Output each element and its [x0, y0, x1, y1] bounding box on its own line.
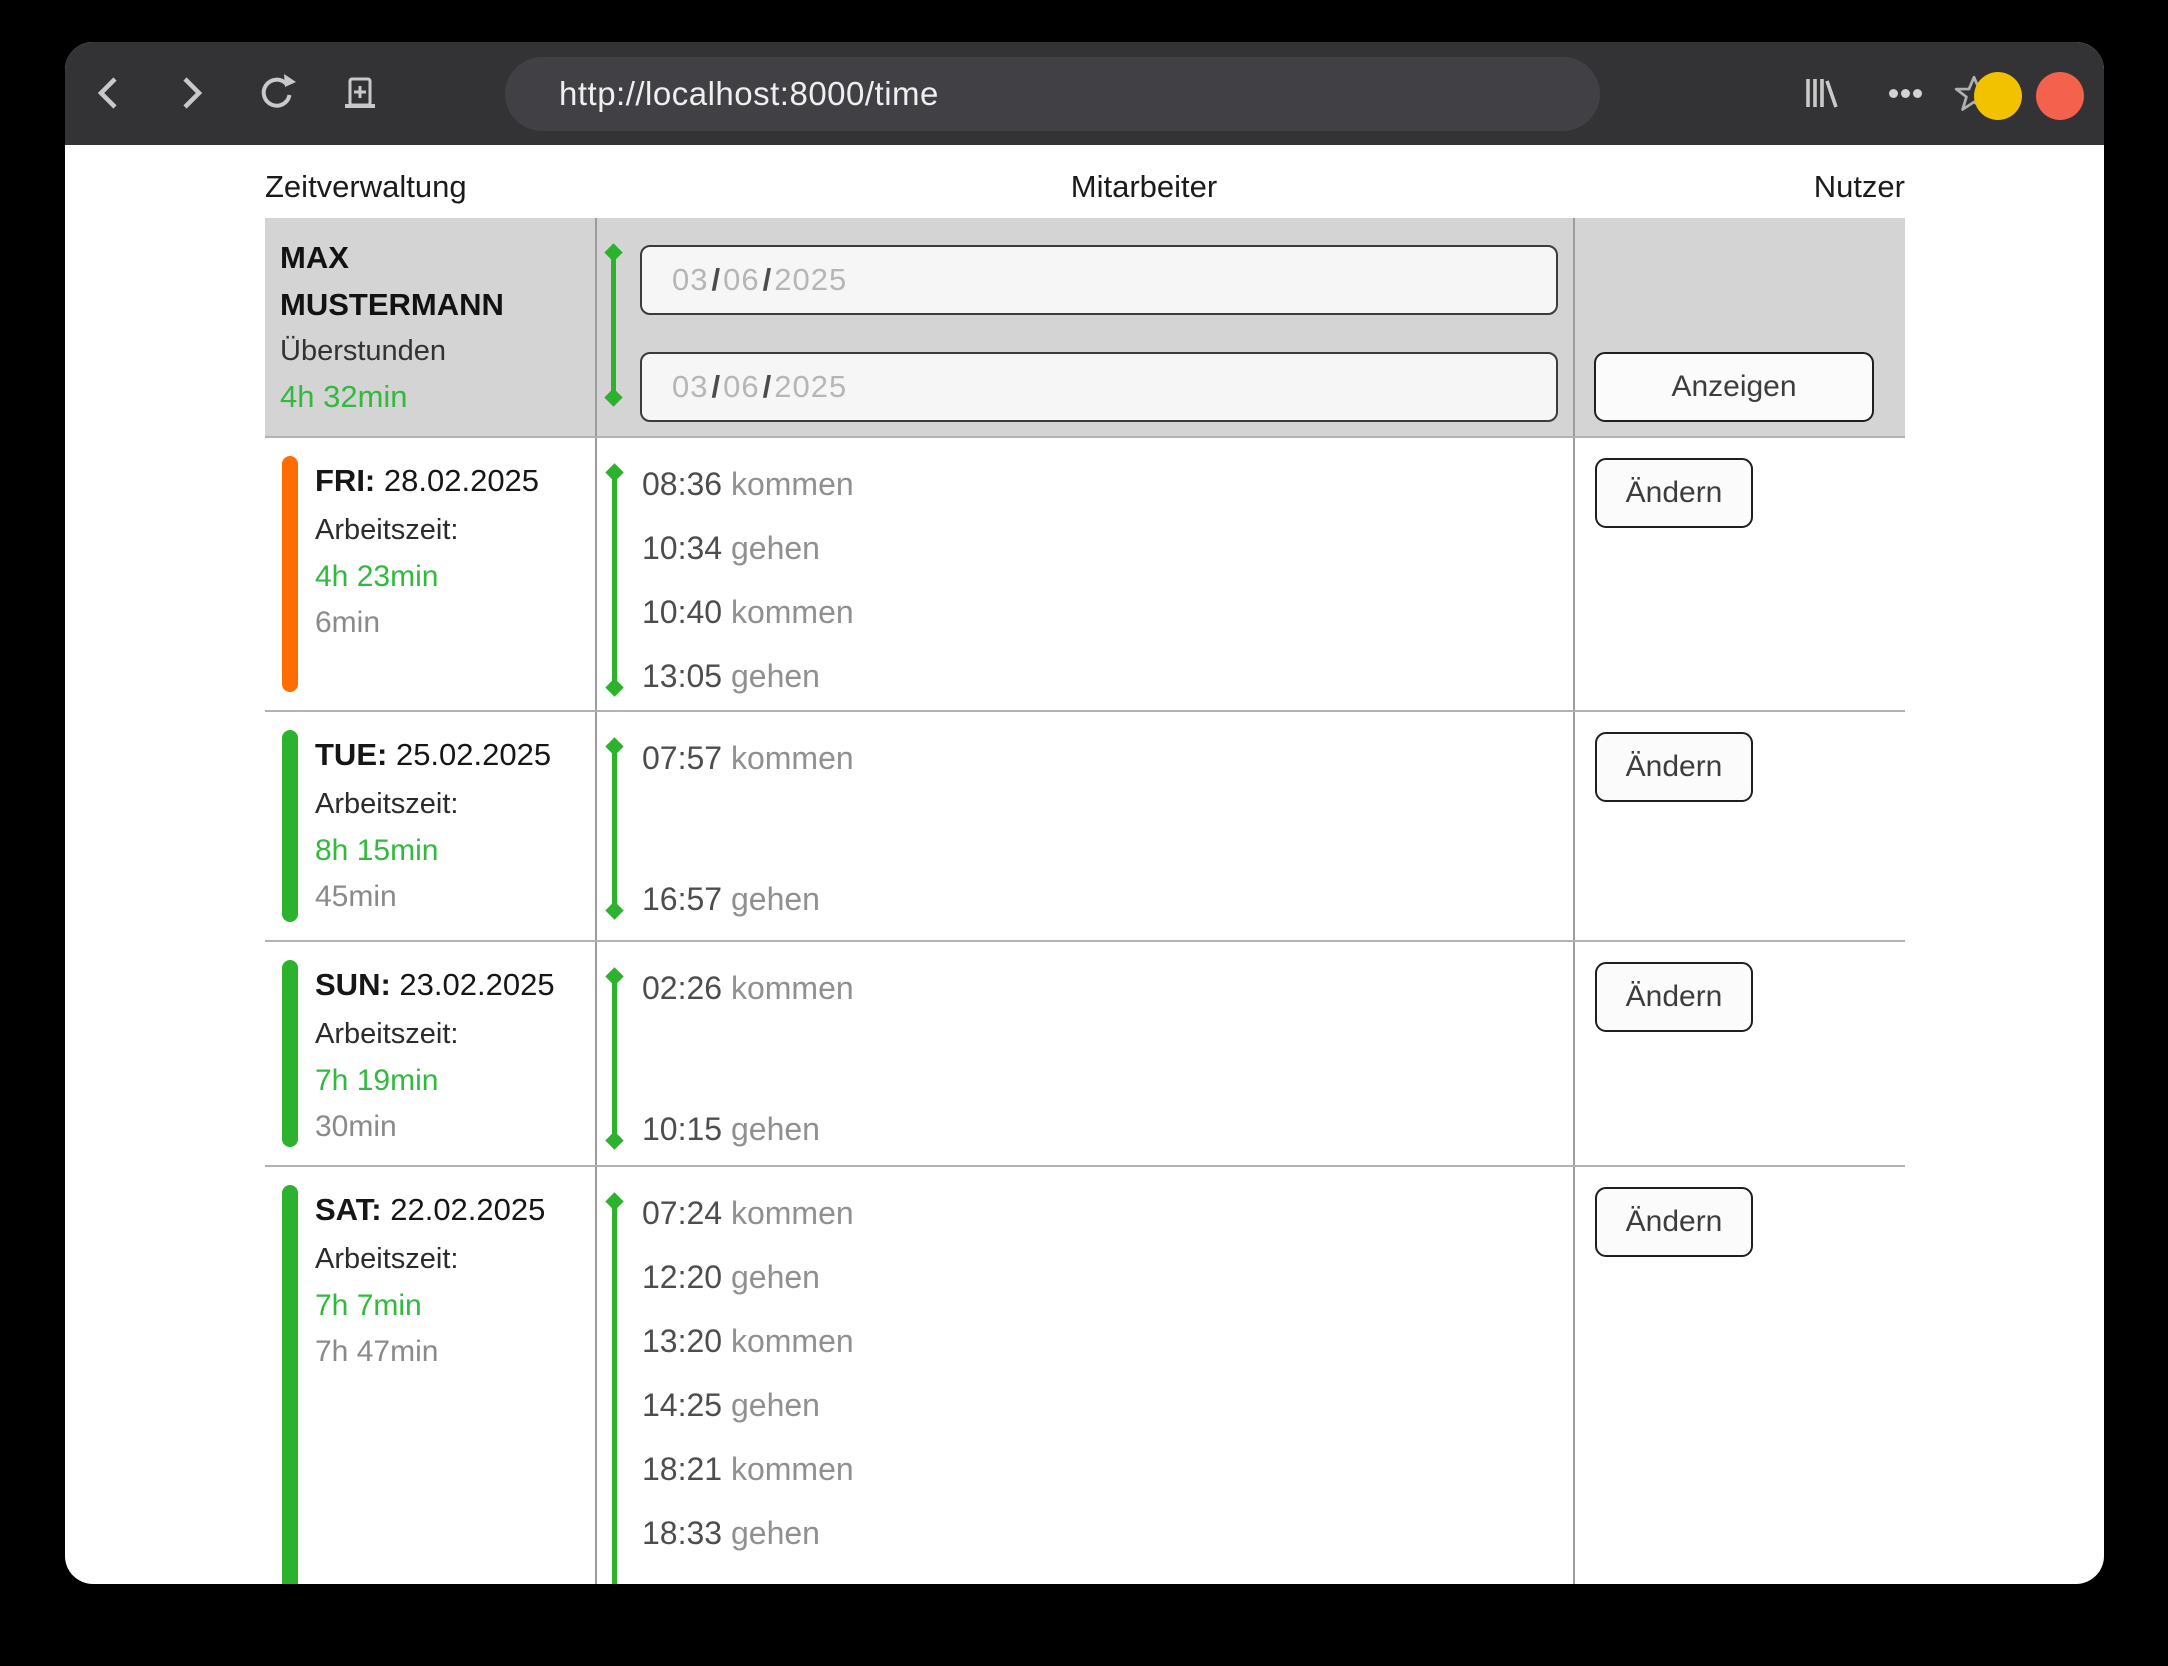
- date-from-input[interactable]: 03/06/2025: [640, 245, 1558, 315]
- aendern-button[interactable]: Ändern: [1595, 458, 1753, 528]
- nav-zeitverwaltung[interactable]: Zeitverwaltung: [265, 162, 467, 212]
- day-summary: SUN: 23.02.2025 Arbeitszeit: 7h 19min 30…: [315, 960, 600, 1150]
- time-entry: 13:20 kommen: [642, 1319, 854, 1363]
- time-entry: 02:26 kommen: [642, 966, 854, 1010]
- date-to-input[interactable]: 03/06/2025: [640, 352, 1558, 422]
- day-title: FRI: 28.02.2025: [315, 456, 600, 506]
- worktime-label: Arbeitszeit:: [315, 506, 600, 554]
- back-icon: [95, 73, 121, 113]
- menu-kebab-icon[interactable]: [1887, 73, 1923, 113]
- url-text: http://localhost:8000/time: [505, 75, 939, 113]
- pause-value: 30min: [315, 1104, 600, 1150]
- time-entries: 07:57 kommen 16:57 gehen: [642, 712, 854, 921]
- row-timeline: [612, 976, 617, 1141]
- browser-toolbar: http://localhost:8000/time: [65, 42, 2104, 145]
- date-separator: /: [760, 369, 775, 405]
- worktime-label: Arbeitszeit:: [315, 1010, 600, 1058]
- time-entry: 21:24 kommen: [642, 1575, 854, 1584]
- worktime-value: 7h 19min: [315, 1058, 600, 1104]
- library-icon[interactable]: [1800, 73, 1840, 113]
- back-button[interactable]: [88, 73, 128, 113]
- day-summary: TUE: 25.02.2025 Arbeitszeit: 8h 15min 45…: [315, 730, 600, 920]
- date-from-day: 06: [723, 262, 759, 298]
- day-row: SAT: 22.02.2025 Arbeitszeit: 7h 7min 7h …: [265, 1167, 1905, 1584]
- user-card: MAX MUSTERMANN Überstunden 4h 32min: [280, 234, 580, 420]
- minimize-button[interactable]: [1974, 72, 2022, 120]
- date-from-month: 03: [672, 262, 708, 298]
- date-to-day: 06: [723, 369, 759, 405]
- status-bar: [282, 456, 298, 692]
- date-separator: /: [760, 262, 775, 298]
- row-timeline: [612, 746, 617, 911]
- time-entry: 18:21 kommen: [642, 1447, 854, 1491]
- new-tab-icon: [340, 72, 380, 114]
- day-summary: FRI: 28.02.2025 Arbeitszeit: 4h 23min 6m…: [315, 456, 600, 646]
- nav-nutzer[interactable]: Nutzer: [1814, 162, 1905, 212]
- time-entry: 16:57 gehen: [642, 877, 854, 921]
- date-to-year: 2025: [774, 369, 847, 405]
- row-timeline: [612, 1201, 617, 1584]
- overtime-label: Überstunden: [280, 328, 580, 374]
- pause-value: 7h 47min: [315, 1329, 600, 1375]
- reload-icon: [257, 71, 297, 115]
- worktime-value: 4h 23min: [315, 554, 600, 600]
- day-title: TUE: 25.02.2025: [315, 730, 600, 780]
- time-entry: 10:34 gehen: [642, 526, 854, 570]
- day-title: SUN: 23.02.2025: [315, 960, 600, 1010]
- time-entries: 02:26 kommen 10:15 gehen: [642, 942, 854, 1151]
- day-row: TUE: 25.02.2025 Arbeitszeit: 8h 15min 45…: [265, 712, 1905, 940]
- reload-button[interactable]: [257, 73, 297, 113]
- forward-button[interactable]: [172, 73, 212, 113]
- time-entry: 18:33 gehen: [642, 1511, 854, 1555]
- date-separator: /: [708, 262, 723, 298]
- worktime-value: 7h 7min: [315, 1283, 600, 1329]
- anzeigen-button[interactable]: Anzeigen: [1594, 352, 1874, 422]
- pause-value: 45min: [315, 874, 600, 920]
- worktime-label: Arbeitszeit:: [315, 780, 600, 828]
- row-timeline: [612, 472, 617, 688]
- forward-icon: [179, 73, 205, 113]
- close-button[interactable]: [2036, 72, 2084, 120]
- pause-value: 6min: [315, 600, 600, 646]
- day-row: FRI: 28.02.2025 Arbeitszeit: 4h 23min 6m…: [265, 438, 1905, 710]
- day-title: SAT: 22.02.2025: [315, 1185, 600, 1235]
- date-from-year: 2025: [774, 262, 847, 298]
- url-bar[interactable]: http://localhost:8000/time: [505, 57, 1600, 131]
- worktime-value: 8h 15min: [315, 828, 600, 874]
- time-entry: 12:20 gehen: [642, 1255, 854, 1299]
- aendern-button[interactable]: Ändern: [1595, 732, 1753, 802]
- time-entry: 14:25 gehen: [642, 1383, 854, 1427]
- day-row: SUN: 23.02.2025 Arbeitszeit: 7h 19min 30…: [265, 942, 1905, 1165]
- new-tab-button[interactable]: [340, 73, 380, 113]
- date-separator: /: [708, 369, 723, 405]
- status-bar: [282, 960, 298, 1147]
- aendern-button[interactable]: Ändern: [1595, 1187, 1753, 1257]
- browser-window: http://localhost:8000/time Zeitverwaltun…: [65, 42, 2104, 1584]
- header-timeline: [611, 252, 616, 398]
- worktime-label: Arbeitszeit:: [315, 1235, 600, 1283]
- extensions-grid-icon[interactable]: [1717, 77, 1757, 117]
- nav-mitarbeiter[interactable]: Mitarbeiter: [1071, 162, 1217, 212]
- time-entry: 10:40 kommen: [642, 590, 854, 634]
- user-name-line1: MAX: [280, 234, 580, 281]
- date-to-month: 03: [672, 369, 708, 405]
- day-summary: SAT: 22.02.2025 Arbeitszeit: 7h 7min 7h …: [315, 1185, 600, 1375]
- time-entry: 13:05 gehen: [642, 654, 854, 698]
- user-name-line2: MUSTERMANN: [280, 281, 580, 328]
- time-entry: 10:15 gehen: [642, 1107, 854, 1151]
- time-entry: 08:36 kommen: [642, 462, 854, 506]
- overtime-value: 4h 32min: [280, 374, 580, 420]
- time-entry: 07:57 kommen: [642, 736, 854, 780]
- time-entry: 07:24 kommen: [642, 1191, 854, 1235]
- time-entries: 07:24 kommen 12:20 gehen 13:20 kommen 14:25…: [642, 1167, 854, 1584]
- status-bar: [282, 1185, 298, 1584]
- time-entries: 08:36 kommen 10:34 gehen 10:40 kommen 13:05…: [642, 438, 854, 698]
- status-bar: [282, 730, 298, 922]
- aendern-button[interactable]: Ändern: [1595, 962, 1753, 1032]
